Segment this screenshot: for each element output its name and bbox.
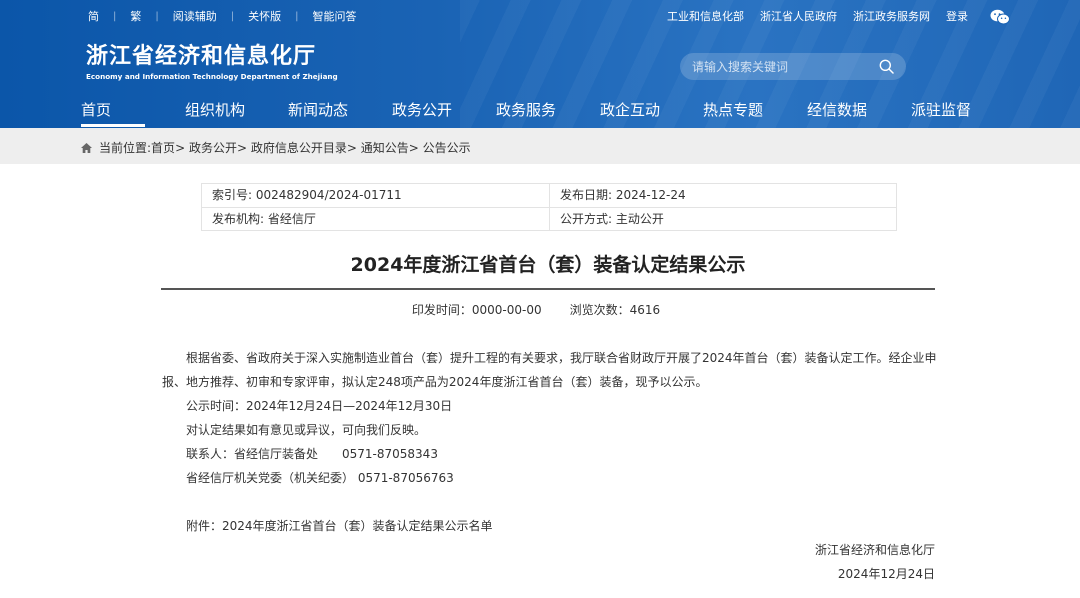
nav-data[interactable]: 经信数据 bbox=[807, 97, 867, 123]
meta-index-number: 索引号: 002482904/2024-01711 bbox=[212, 188, 402, 202]
main-nav: 首页 组织机构 新闻动态 政务公开 政务服务 政企互动 热点专题 经信数据 派驻… bbox=[0, 97, 1080, 128]
nav-news[interactable]: 新闻动态 bbox=[288, 97, 348, 123]
breadcrumb-announcements[interactable]: 公告公示 bbox=[423, 139, 471, 156]
attachment-link[interactable]: 附件：2024年度浙江省首台（套）装备认定结果公示名单 bbox=[186, 517, 493, 535]
top-left-links: 简 | 繁 | 阅读辅助 | 关怀版 | 智能问答 bbox=[88, 9, 357, 25]
nav-home[interactable]: 首页 bbox=[81, 97, 146, 127]
nav-supervision[interactable]: 派驻监督 bbox=[911, 97, 971, 123]
breadcrumb-notices[interactable]: 通知公告 bbox=[361, 139, 409, 156]
nav-gov-services[interactable]: 政务服务 bbox=[496, 97, 556, 123]
breadcrumb-prefix: 当前位置: bbox=[99, 141, 152, 155]
print-time: 印发时间：0000-00-00 bbox=[411, 303, 542, 317]
reading-aid-link[interactable]: 阅读辅助 bbox=[173, 9, 217, 25]
breadcrumb-catalog[interactable]: 政府信息公开目录 bbox=[251, 139, 347, 156]
breadcrumb-separator: > bbox=[175, 140, 189, 155]
meta-issuer: 发布机构: 省经信厅 bbox=[212, 212, 316, 226]
separator: | bbox=[155, 11, 159, 22]
breadcrumb-gov-affairs[interactable]: 政务公开 bbox=[189, 139, 237, 156]
meta-open-mode: 公开方式: 主动公开 bbox=[560, 212, 664, 226]
article-title: 2024年度浙江省首台（套）装备认定结果公示 bbox=[350, 254, 746, 276]
wechat-icon[interactable] bbox=[990, 9, 1010, 25]
care-mode-link[interactable]: 关怀版 bbox=[248, 9, 281, 25]
top-utility-bar: 简 | 繁 | 阅读辅助 | 关怀版 | 智能问答 工业和信息化部 浙江省人民政… bbox=[0, 0, 1080, 34]
search-input[interactable] bbox=[692, 57, 872, 76]
traditional-chinese-link[interactable]: 繁 bbox=[130, 9, 141, 25]
breadcrumb-separator: > bbox=[346, 140, 361, 155]
site-header: 简 | 繁 | 阅读辅助 | 关怀版 | 智能问答 工业和信息化部 浙江省人民政… bbox=[0, 0, 1080, 128]
miit-link[interactable]: 工业和信息化部 bbox=[667, 9, 744, 25]
signature-org: 浙江省经济和信息化厅 bbox=[814, 543, 935, 557]
breadcrumb-home[interactable]: 首页 bbox=[151, 139, 175, 156]
logo-english-name: Economy and Information Technology Depar… bbox=[86, 72, 338, 81]
paragraph-line: 根据省委、省政府关于深入实施制造业首台（套）提升工程的有关要求，我厅联合省财政厅… bbox=[186, 351, 937, 365]
feedback-note: 对认定结果如有意见或异议，可向我们反映。 bbox=[186, 423, 427, 437]
title-divider bbox=[161, 288, 935, 290]
breadcrumb-bar: 当前位置: 首页 > 政务公开 > 政府信息公开目录 > 通知公告 > 公告公示 bbox=[0, 128, 1080, 164]
zhejiang-gov-link[interactable]: 浙江省人民政府 bbox=[760, 9, 837, 25]
nav-interaction[interactable]: 政企互动 bbox=[600, 97, 660, 123]
zhejiang-service-link[interactable]: 浙江政务服务网 bbox=[853, 9, 930, 25]
meta-publish-date: 发布日期: 2024-12-24 bbox=[560, 188, 686, 202]
nav-gov-affairs-open[interactable]: 政务公开 bbox=[392, 97, 452, 123]
notice-period: 公示时间：2024年12月24日—2024年12月30日 bbox=[186, 399, 453, 413]
breadcrumb-separator: > bbox=[408, 140, 423, 155]
nav-organization[interactable]: 组织机构 bbox=[185, 97, 245, 123]
separator: | bbox=[113, 11, 117, 22]
simplified-chinese-link[interactable]: 简 bbox=[88, 9, 99, 25]
site-logo[interactable]: 浙江省经济和信息化厅 Economy and Information Techn… bbox=[86, 44, 338, 82]
separator: | bbox=[230, 11, 235, 22]
search-box bbox=[680, 53, 906, 80]
contact-person: 联系人：省经信厅装备处 0571-87058343 bbox=[186, 447, 438, 461]
login-link[interactable]: 登录 bbox=[946, 9, 968, 25]
breadcrumb: 当前位置: 首页 > 政务公开 > 政府信息公开目录 > 通知公告 > 公告公示 bbox=[80, 139, 471, 156]
article-subinfo: 印发时间：0000-00-00 浏览次数：4616 bbox=[0, 301, 1072, 319]
nav-hot-topics[interactable]: 热点专题 bbox=[703, 97, 763, 123]
paragraph-line: 报、地方推荐、初审和专家评审，拟认定248项产品为2024年度浙江省首台（套）装… bbox=[162, 375, 708, 389]
logo-chinese-name: 浙江省经济和信息化厅 bbox=[86, 44, 317, 69]
breadcrumb-separator: > bbox=[236, 140, 251, 155]
smart-qa-link[interactable]: 智能问答 bbox=[313, 9, 357, 25]
contact-party-committee: 省经信厅机关党委（机关纪委） 0571-87056763 bbox=[186, 471, 454, 485]
top-right-links: 工业和信息化部 浙江省人民政府 浙江政务服务网 登录 bbox=[651, 9, 1010, 25]
search-icon[interactable] bbox=[879, 59, 894, 74]
separator: | bbox=[295, 11, 299, 22]
view-count: 浏览次数：4616 bbox=[569, 303, 661, 317]
home-icon bbox=[80, 142, 93, 154]
signature-date: 2024年12月24日 bbox=[837, 567, 935, 581]
article-meta-table: 索引号: 002482904/2024-01711 发布日期: 2024-12-… bbox=[201, 183, 897, 231]
